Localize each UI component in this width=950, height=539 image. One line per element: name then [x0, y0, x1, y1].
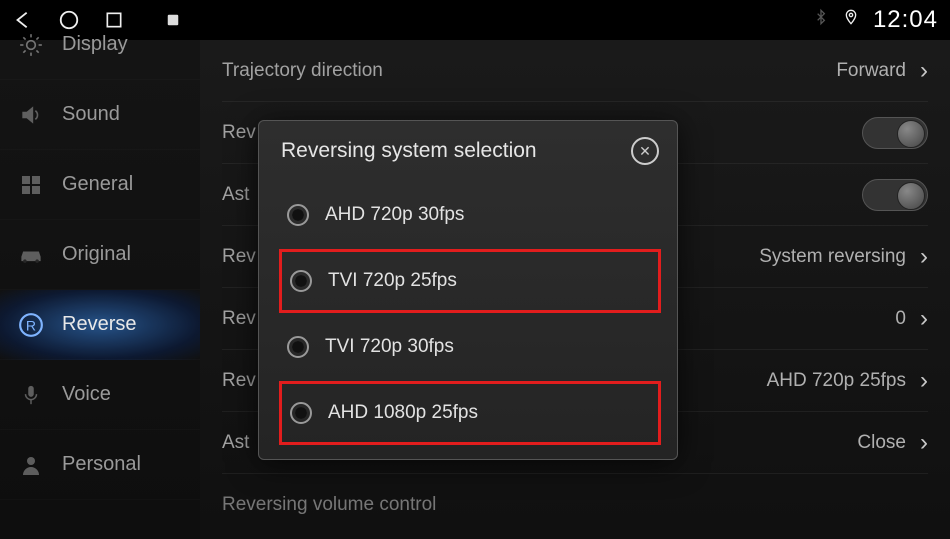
microphone-icon	[16, 380, 46, 410]
sidebar-item-label: Reverse	[62, 313, 136, 336]
grid-icon	[16, 170, 46, 200]
radio-option-tvi-720p-30fps[interactable]: TVI 720p 30fps	[281, 311, 659, 383]
setting-value: AHD 720p 25fps	[767, 370, 906, 392]
setting-label: Trajectory direction	[222, 60, 836, 82]
reversing-system-dialog: Reversing system selection ✕ AHD 720p 30…	[258, 120, 678, 460]
reverse-icon: R	[16, 310, 46, 340]
clock: 12:04	[873, 6, 938, 34]
option-label: TVI 720p 30fps	[325, 336, 454, 358]
sidebar-item-original[interactable]: Original	[0, 220, 200, 290]
radio-icon	[290, 270, 312, 292]
radio-icon	[287, 336, 309, 358]
chevron-right-icon: ›	[920, 305, 928, 333]
brightness-icon	[16, 30, 46, 60]
close-icon: ✕	[639, 143, 651, 160]
radio-icon	[287, 204, 309, 226]
close-button[interactable]: ✕	[631, 137, 659, 165]
svg-text:R: R	[26, 317, 36, 333]
toggle-switch[interactable]	[862, 179, 928, 211]
speaker-icon	[16, 100, 46, 130]
option-label: AHD 720p 30fps	[325, 204, 464, 226]
setting-value: Forward	[836, 60, 906, 82]
setting-label: Reversing volume control	[222, 494, 928, 516]
sidebar-item-general[interactable]: General	[0, 150, 200, 220]
sidebar-item-display[interactable]: Display	[0, 10, 200, 80]
dialog-title: Reversing system selection	[281, 139, 631, 163]
location-icon	[843, 7, 859, 33]
chevron-right-icon: ›	[920, 367, 928, 395]
radio-option-ahd-720p-30fps[interactable]: AHD 720p 30fps	[281, 179, 659, 251]
sidebar: Display Sound General Original R Reverse	[0, 40, 200, 539]
chevron-right-icon: ›	[920, 57, 928, 85]
option-label: TVI 720p 25fps	[328, 270, 457, 292]
chevron-right-icon: ›	[920, 243, 928, 271]
setting-trajectory-direction[interactable]: Trajectory direction Forward ›	[222, 40, 928, 102]
radio-icon	[290, 402, 312, 424]
setting-reversing-volume[interactable]: Reversing volume control	[222, 474, 928, 536]
person-icon	[16, 450, 46, 480]
option-label: AHD 1080p 25fps	[328, 402, 478, 424]
car-icon	[16, 240, 46, 270]
sidebar-item-sound[interactable]: Sound	[0, 80, 200, 150]
sidebar-item-label: Original	[62, 243, 131, 266]
toggle-switch[interactable]	[862, 117, 928, 149]
setting-value: 0	[895, 308, 906, 330]
sidebar-item-label: Display	[62, 33, 128, 56]
radio-option-tvi-720p-25fps[interactable]: TVI 720p 25fps	[279, 249, 661, 313]
bluetooth-icon	[813, 7, 829, 33]
chevron-right-icon: ›	[920, 429, 928, 457]
sidebar-item-label: Sound	[62, 103, 120, 126]
sidebar-item-label: General	[62, 173, 133, 196]
setting-value: System reversing	[759, 246, 906, 268]
radio-option-ahd-1080p-25fps[interactable]: AHD 1080p 25fps	[279, 381, 661, 445]
sidebar-item-voice[interactable]: Voice	[0, 360, 200, 430]
sidebar-item-reverse[interactable]: R Reverse	[0, 290, 200, 360]
sidebar-item-label: Personal	[62, 453, 141, 476]
sidebar-item-personal[interactable]: Personal	[0, 430, 200, 500]
sidebar-item-label: Voice	[62, 383, 111, 406]
setting-value: Close	[857, 432, 906, 454]
